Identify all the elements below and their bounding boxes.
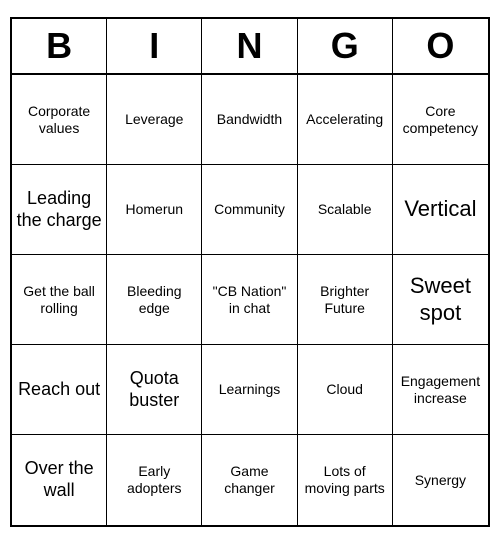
bingo-cell-18: Cloud xyxy=(298,345,393,435)
bingo-cell-16: Quota buster xyxy=(107,345,202,435)
bingo-cell-22: Game changer xyxy=(202,435,297,525)
bingo-cell-12: "CB Nation" in chat xyxy=(202,255,297,345)
bingo-cell-20: Over the wall xyxy=(12,435,107,525)
bingo-cell-8: Scalable xyxy=(298,165,393,255)
bingo-cell-4: Core competency xyxy=(393,75,488,165)
bingo-cell-1: Leverage xyxy=(107,75,202,165)
bingo-card: BINGO Corporate valuesLeverageBandwidthA… xyxy=(10,17,490,527)
bingo-cell-17: Learnings xyxy=(202,345,297,435)
bingo-cell-6: Homerun xyxy=(107,165,202,255)
bingo-cell-11: Bleeding edge xyxy=(107,255,202,345)
bingo-cell-21: Early adopters xyxy=(107,435,202,525)
bingo-cell-19: Engagement increase xyxy=(393,345,488,435)
bingo-cell-3: Accelerating xyxy=(298,75,393,165)
bingo-cell-5: Leading the charge xyxy=(12,165,107,255)
bingo-letter-n: N xyxy=(202,19,297,73)
bingo-cell-13: Brighter Future xyxy=(298,255,393,345)
bingo-cell-14: Sweet spot xyxy=(393,255,488,345)
bingo-letter-b: B xyxy=(12,19,107,73)
bingo-letter-g: G xyxy=(298,19,393,73)
bingo-cell-9: Vertical xyxy=(393,165,488,255)
bingo-letter-i: I xyxy=(107,19,202,73)
bingo-cell-23: Lots of moving parts xyxy=(298,435,393,525)
bingo-letter-o: O xyxy=(393,19,488,73)
bingo-cell-2: Bandwidth xyxy=(202,75,297,165)
bingo-cell-10: Get the ball rolling xyxy=(12,255,107,345)
bingo-cell-0: Corporate values xyxy=(12,75,107,165)
bingo-grid: Corporate valuesLeverageBandwidthAcceler… xyxy=(12,75,488,525)
bingo-cell-7: Community xyxy=(202,165,297,255)
bingo-cell-15: Reach out xyxy=(12,345,107,435)
bingo-header: BINGO xyxy=(12,19,488,75)
bingo-cell-24: Synergy xyxy=(393,435,488,525)
